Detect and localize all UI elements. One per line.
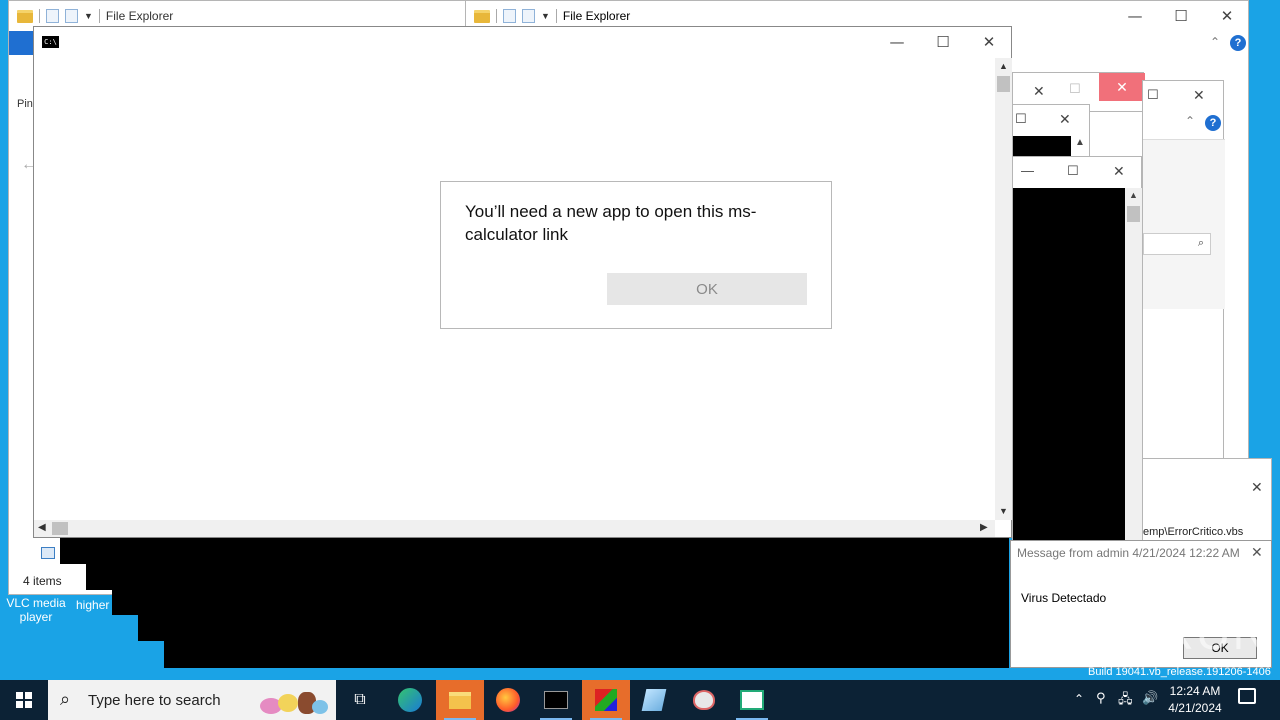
scrollbar[interactable]: ▲ (1125, 188, 1142, 541)
console-horizontal-scrollbar[interactable]: ◀ ▶ (34, 520, 995, 537)
maximize-icon[interactable]: ☐ (1147, 87, 1159, 103)
tray-device-icon[interactable]: ⚲ (1096, 690, 1106, 706)
explorer-left-title: File Explorer (105, 9, 174, 23)
close-icon[interactable]: ✕ (1113, 163, 1125, 180)
scroll-up-icon[interactable]: ▲ (1129, 190, 1138, 200)
close-icon[interactable]: ✕ (1193, 87, 1205, 104)
console-window[interactable]: C:\ — ☐ ✕ ▲ ▼ ◀ ▶ You’ll need a new app … (33, 26, 1012, 538)
task-view-icon[interactable]: ⧉ (336, 680, 384, 720)
collapse-ribbon-icon[interactable]: ⌃ (1210, 35, 1220, 49)
watermark: ANY RUN (1040, 607, 1270, 660)
black-block (112, 537, 164, 615)
notifications-icon[interactable] (1238, 688, 1256, 704)
close-icon[interactable]: ✕ (1059, 111, 1071, 128)
folder-icon (474, 9, 490, 23)
desktop-icon-higher-label: higher (76, 598, 110, 612)
console-maximize-button[interactable]: ☐ (920, 27, 966, 57)
scroll-thumb[interactable] (1127, 206, 1140, 222)
scroll-up-icon[interactable]: ▲ (999, 61, 1008, 71)
search-box[interactable]: ⌕ (1143, 233, 1211, 255)
explorer-status-icon (41, 547, 55, 559)
folder-icon (17, 9, 33, 23)
maximize-icon[interactable]: ☐ (1069, 81, 1081, 97)
collapse-icon[interactable]: ⌃ (1185, 114, 1195, 128)
black-block (86, 537, 112, 590)
clock-time: 12:24 AM (1169, 684, 1221, 698)
console-taskbar-icon[interactable] (532, 680, 580, 720)
properties-icon[interactable] (503, 9, 516, 23)
console-vertical-scrollbar[interactable]: ▲ ▼ (995, 58, 1012, 520)
scroll-thumb[interactable] (997, 76, 1010, 92)
edge-icon[interactable] (386, 680, 434, 720)
paint-icon[interactable] (680, 680, 728, 720)
script-path: emp\ErrorCritico.vbs (1143, 526, 1244, 538)
desktop-icon-vlc-label: VLC media player (6, 596, 66, 624)
dialog-taskbar-icon[interactable] (728, 680, 776, 720)
clock[interactable]: 12:24 AM 4/21/2024 (1164, 683, 1226, 717)
app-needed-dialog[interactable]: You’ll need a new app to open this ms-ca… (440, 181, 832, 329)
dialog-ok-button[interactable]: OK (607, 273, 807, 305)
dropdown-icon[interactable]: ▼ (84, 11, 93, 21)
scroll-right-icon[interactable]: ▶ (980, 522, 988, 533)
pin-label: Pin (17, 98, 33, 110)
firefox-icon[interactable] (484, 680, 532, 720)
clock-date: 4/21/2024 (1168, 701, 1222, 715)
properties-icon[interactable] (46, 9, 59, 23)
scroll-left-icon[interactable]: ◀ (38, 522, 46, 533)
minimize-button[interactable]: — (1112, 1, 1158, 31)
script-error-window[interactable]: ✕ emp\ErrorCritico.vbs (1142, 458, 1272, 542)
maximize-icon[interactable]: ☐ (1015, 111, 1027, 127)
start-button[interactable] (0, 680, 48, 720)
maximize-button[interactable]: ☐ (1158, 1, 1204, 31)
message-box-close-icon[interactable]: ✕ (1251, 544, 1263, 561)
black-block (138, 615, 164, 641)
items-count: 4 items (23, 574, 62, 588)
console-app-icon: C:\ (42, 36, 59, 48)
scroll-thumb-h[interactable] (52, 522, 68, 535)
dialog-message: You’ll need a new app to open this ms-ca… (465, 202, 757, 244)
search-icon: ⌕ (60, 689, 71, 709)
console-minimize-button[interactable]: — (874, 27, 920, 57)
search-placeholder: Type here to search (88, 692, 221, 709)
scroll-up-icon[interactable]: ▲ (1075, 137, 1085, 148)
taskbar-search-box[interactable]: ⌕ Type here to search (48, 680, 336, 720)
console-content (1013, 188, 1125, 541)
help-icon[interactable]: ? (1205, 115, 1221, 131)
explorer-right-title: File Explorer (562, 9, 631, 23)
new-folder-icon[interactable] (522, 9, 535, 23)
close-button[interactable]: ✕ (1204, 1, 1250, 31)
tray-chevron-icon[interactable]: ⌃ (1074, 692, 1084, 706)
console-close-button[interactable]: ✕ (966, 27, 1012, 57)
close-button-hover[interactable]: ✕ (1099, 73, 1145, 101)
scroll-down-icon[interactable]: ▼ (999, 506, 1008, 516)
maximize-icon[interactable]: ☐ (1067, 163, 1079, 179)
dropdown-icon[interactable]: ▼ (541, 11, 550, 21)
search-icon: ⌕ (1197, 237, 1204, 249)
volume-icon[interactable]: 🔊 (1142, 690, 1158, 706)
windows-icon (16, 692, 32, 708)
file-explorer-taskbar-icon[interactable] (436, 680, 484, 720)
help-icon[interactable]: ? (1230, 35, 1246, 51)
desktop-icon-higher[interactable]: higher (76, 598, 109, 612)
console-window-right[interactable]: — ☐ ✕ ▲ (1012, 156, 1142, 541)
message-box-body: Virus Detectado (1021, 591, 1107, 605)
ribbon-area (1143, 139, 1225, 309)
black-block (60, 537, 86, 564)
desktop-icon-vlc[interactable]: VLC media player (4, 596, 68, 624)
network-icon[interactable]: 🖧 (1118, 690, 1133, 712)
notepad-icon[interactable] (630, 680, 678, 720)
console-black-area (164, 537, 1009, 668)
easter-eggs-icon (260, 690, 330, 716)
new-folder-icon[interactable] (65, 9, 78, 23)
background-window-3[interactable]: ☐ ✕ ▲ (1012, 104, 1090, 164)
close-icon[interactable]: ✕ (1251, 479, 1263, 496)
script-host-taskbar-icon[interactable] (582, 680, 630, 720)
background-window-2[interactable]: ☐ ✕ ⌃ ? ⌕ (1142, 80, 1225, 460)
message-box-title: Message from admin 4/21/2024 12:22 AM (1017, 546, 1240, 560)
minimize-icon[interactable]: — (1021, 163, 1034, 178)
close-icon[interactable]: ✕ (1033, 83, 1045, 100)
build-text: Build 19041.vb_release.191206-1406 (1088, 666, 1271, 678)
